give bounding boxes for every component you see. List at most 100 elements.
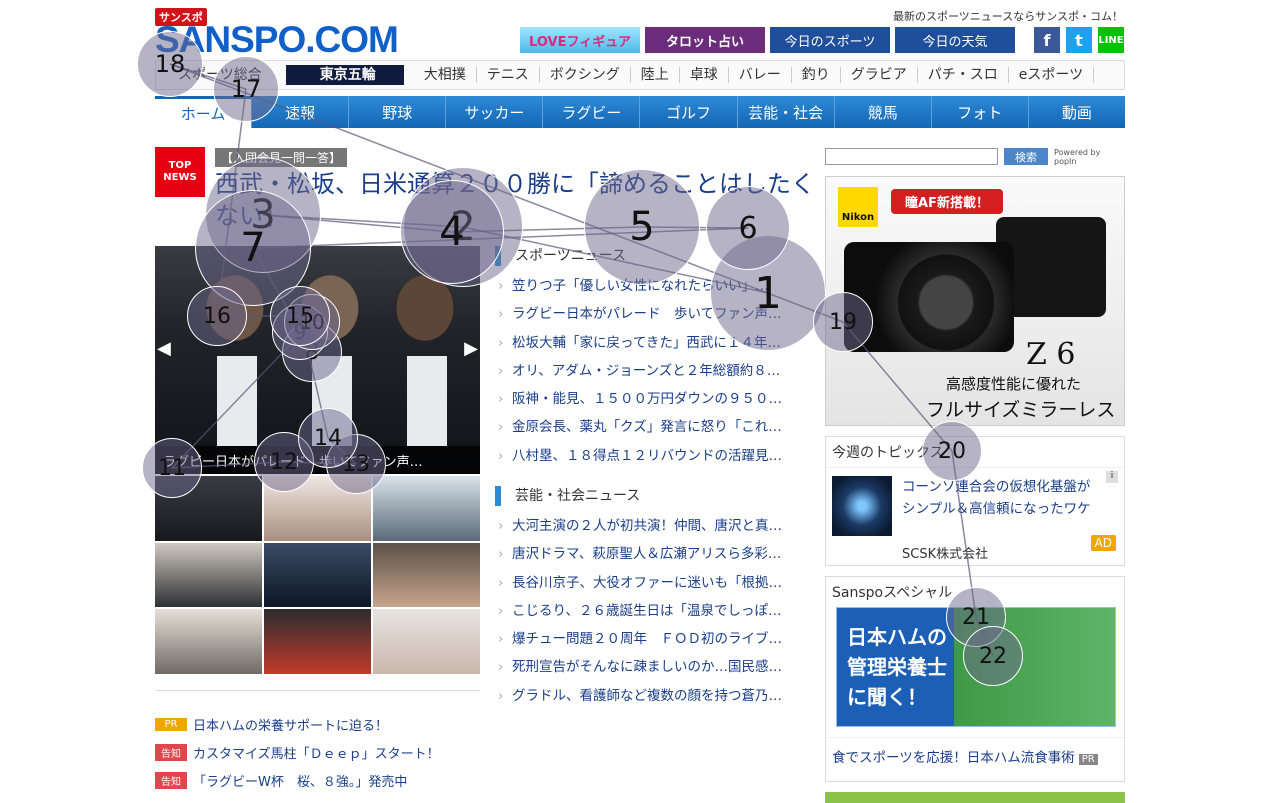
- subnav-item-tennis[interactable]: テニス: [477, 67, 540, 83]
- site-tagline: 最新のスポーツニュースならサンスポ・コム！: [892, 10, 1123, 23]
- special-box: Sanspoスペシャル 日本ハムの管理栄養士に聞く！ 食でスポーツを応援！日本ハ…: [825, 576, 1125, 782]
- news-item[interactable]: 長谷川京子、大役オファーに迷いも「根拠…: [495, 569, 795, 597]
- promo-item[interactable]: PR 日本ハムの栄養サポートに迫る！: [155, 710, 485, 738]
- photo-thumbnail[interactable]: [155, 476, 262, 541]
- prev-arrow-icon[interactable]: ◀: [157, 338, 171, 359]
- subnav-item-gravure[interactable]: グラビア: [841, 67, 918, 83]
- special-banner-text: 日本ハムの管理栄養士に聞く！: [847, 625, 947, 709]
- tab-golf[interactable]: ゴルフ: [640, 96, 738, 128]
- topic-thumbnail: [832, 476, 892, 536]
- nikon-logo: Nikon: [838, 187, 878, 227]
- photo-thumbnail[interactable]: [373, 476, 480, 541]
- subnav-item-sumo[interactable]: 大相撲: [414, 67, 477, 83]
- today-weather-banner[interactable]: 今日の天気: [895, 27, 1015, 53]
- nikon-ad-tag: 瞳AF新搭載！: [891, 189, 1003, 214]
- headline-kicker: 【入団会見一問一答】: [215, 148, 348, 167]
- photo-slideshow[interactable]: ◀ ▶ ラグビー日本がパレード 歩いてファン声…: [155, 246, 480, 474]
- photo-thumbnail[interactable]: [264, 476, 371, 541]
- topics-box: 今週のトピックス コーンソ連合会の仮想化基盤がシンプル＆高信頼になったワケ i …: [825, 436, 1125, 566]
- photo-thumbnail[interactable]: [155, 542, 262, 608]
- topic-company: SCSK株式会社: [902, 547, 989, 562]
- tab-video[interactable]: 動画: [1029, 96, 1125, 128]
- photo-figure: [217, 356, 257, 446]
- news-item[interactable]: オリ、アダム・ジョーンズと２年総額約８…: [495, 357, 795, 385]
- subnav-item-pachislot[interactable]: パチ・スロ: [918, 67, 1009, 83]
- topics-heading: 今週のトピックス: [826, 437, 1124, 468]
- nikon-ad[interactable]: Nikon 瞳AF新搭載！ Z 6 高感度性能に優れた フルサイズミラーレス: [825, 176, 1125, 426]
- page: サンスポ SANSPO.COM 最新のスポーツニュースならサンスポ・コム！ LO…: [0, 0, 1280, 803]
- subnav-item-table-tennis[interactable]: 卓球: [680, 67, 729, 83]
- line-icon[interactable]: LINE: [1098, 27, 1124, 53]
- tab-home[interactable]: ホーム: [155, 96, 253, 128]
- tab-photo[interactable]: フォト: [932, 96, 1029, 128]
- love-figure-banner[interactable]: LOVEフィギュア: [520, 27, 640, 53]
- subnav-item-esports[interactable]: eスポーツ: [1009, 67, 1095, 83]
- photo-thumbnail[interactable]: [373, 542, 480, 608]
- news-item[interactable]: 松坂大輔「家に戻ってきた」西武に１４年…: [495, 329, 795, 357]
- site-logo[interactable]: SANSPO.COM: [155, 21, 399, 58]
- subnav-item-boxing[interactable]: ボクシング: [540, 67, 631, 83]
- subnav-item-athletics[interactable]: 陸上: [631, 67, 680, 83]
- facebook-icon[interactable]: f: [1034, 27, 1060, 53]
- special-banner[interactable]: 日本ハムの管理栄養士に聞く！: [836, 607, 1116, 727]
- search-button[interactable]: 検索: [1004, 148, 1048, 165]
- main-nav: ホーム 速報 野球 サッカー ラグビー ゴルフ 芸能・社会 競馬 フォト 動画: [155, 96, 1125, 128]
- news-item[interactable]: グラドル、看護師など複数の顔を持つ蒼乃…: [495, 682, 795, 710]
- photo-thumbnail[interactable]: [264, 542, 371, 608]
- search-input[interactable]: [825, 148, 998, 165]
- news-item[interactable]: ラグビー日本がパレード 歩いてファン声…: [495, 300, 795, 328]
- news-item[interactable]: 笠りつ子「優しい女性になれたらいい」…: [495, 272, 795, 300]
- news-item[interactable]: 唐沢ドラマ、萩原聖人＆広瀬アリスら多彩…: [495, 540, 795, 568]
- sports-news-heading: スポーツニュース: [495, 246, 626, 266]
- subnav-item-volleyball[interactable]: バレー: [729, 67, 792, 83]
- top-headline[interactable]: 西武・松坂、日米通算２００勝に「諦めることはしたくない」: [215, 168, 815, 232]
- photo-thumbnail[interactable]: [155, 609, 262, 674]
- news-item[interactable]: 死刑宣告がそんなに疎ましいのか…国民感…: [495, 653, 795, 681]
- powered-by-popin: Powered by popIn: [1054, 148, 1101, 166]
- pr-badge: PR: [155, 717, 187, 731]
- news-item[interactable]: こじるり、２６歳誕生日は「温泉でしっぽ…: [495, 597, 795, 625]
- tab-baseball[interactable]: 野球: [349, 96, 447, 128]
- tab-soccer[interactable]: サッカー: [446, 96, 544, 128]
- photo-thumbnail[interactable]: [373, 609, 480, 674]
- camera-image: [844, 242, 1014, 352]
- news-item[interactable]: 阪神・能見、１５００万円ダウンの９５０…: [495, 385, 795, 413]
- tab-horse-racing[interactable]: 競馬: [835, 96, 932, 128]
- photo-figure: [312, 356, 352, 446]
- promo-list: PR 日本ハムの栄養サポートに迫る！ 告知 カスタマイズ馬柱「Ｄｅｅｐ」スタート…: [155, 710, 485, 794]
- photo-figure: [407, 356, 447, 446]
- photo-thumbnail[interactable]: [264, 609, 371, 674]
- bottom-ad-strip[interactable]: [825, 792, 1125, 803]
- tab-rugby[interactable]: ラグビー: [543, 96, 641, 128]
- promo-item[interactable]: 告知 「ラグビーW杯 桜、８強。」発売中: [155, 766, 485, 794]
- news-item[interactable]: 金原会長、薬丸「クズ」発言に怒り「これ…: [495, 413, 795, 441]
- sports-news-list: 笠りつ子「優しい女性になれたらいい」… ラグビー日本がパレード 歩いてファン声……: [495, 272, 795, 470]
- twitter-icon[interactable]: t: [1066, 27, 1092, 53]
- next-arrow-icon[interactable]: ▶: [464, 338, 478, 359]
- tab-breaking[interactable]: 速報: [252, 96, 350, 128]
- subnav-item-sports[interactable]: スポーツ総合: [156, 67, 272, 83]
- ad-info-icon[interactable]: i: [1106, 471, 1118, 483]
- slideshow-caption[interactable]: ラグビー日本がパレード 歩いてファン声…: [155, 446, 480, 474]
- tarot-banner[interactable]: タロット占い: [645, 27, 765, 53]
- promo-text: 「ラグビーW杯 桜、８強。」発売中: [193, 774, 408, 790]
- topic-text: コーンソ連合会の仮想化基盤がシンプル＆高信頼になったワケ: [902, 479, 1091, 517]
- promo-item[interactable]: 告知 カスタマイズ馬柱「Ｄｅｅｐ」スタート！: [155, 738, 485, 766]
- notice-badge: 告知: [155, 771, 187, 789]
- promo-text: 日本ハムの栄養サポートに迫る！: [193, 718, 389, 734]
- news-item[interactable]: 大河主演の２人が初共演！仲間、唐沢と真…: [495, 512, 795, 540]
- nikon-copy: フルサイズミラーレス: [926, 399, 1116, 421]
- subnav-item-olympic[interactable]: 東京五輪: [285, 65, 404, 85]
- special-caption-link[interactable]: 食でスポーツを応援！日本ハム流食事術 PR: [826, 737, 1124, 774]
- nikon-copy: 高感度性能に優れた: [946, 375, 1082, 393]
- news-item[interactable]: 八村塁、１８得点１２リバウンドの活躍見…: [495, 442, 795, 470]
- news-item[interactable]: 爆チュー問題２０周年 ＦＯＤ初のライブ…: [495, 625, 795, 653]
- special-caption: 食でスポーツを応援！日本ハム流食事術: [832, 750, 1075, 766]
- special-heading: Sanspoスペシャル: [832, 585, 953, 601]
- subnav-item-fishing[interactable]: 釣り: [792, 67, 841, 83]
- tab-entertainment[interactable]: 芸能・社会: [738, 96, 835, 128]
- divider: [155, 690, 480, 691]
- today-sports-banner[interactable]: 今日のスポーツ: [770, 27, 890, 53]
- topic-item[interactable]: コーンソ連合会の仮想化基盤がシンプル＆高信頼になったワケ: [826, 468, 1124, 544]
- top-news-badge: TOP NEWS: [155, 147, 205, 197]
